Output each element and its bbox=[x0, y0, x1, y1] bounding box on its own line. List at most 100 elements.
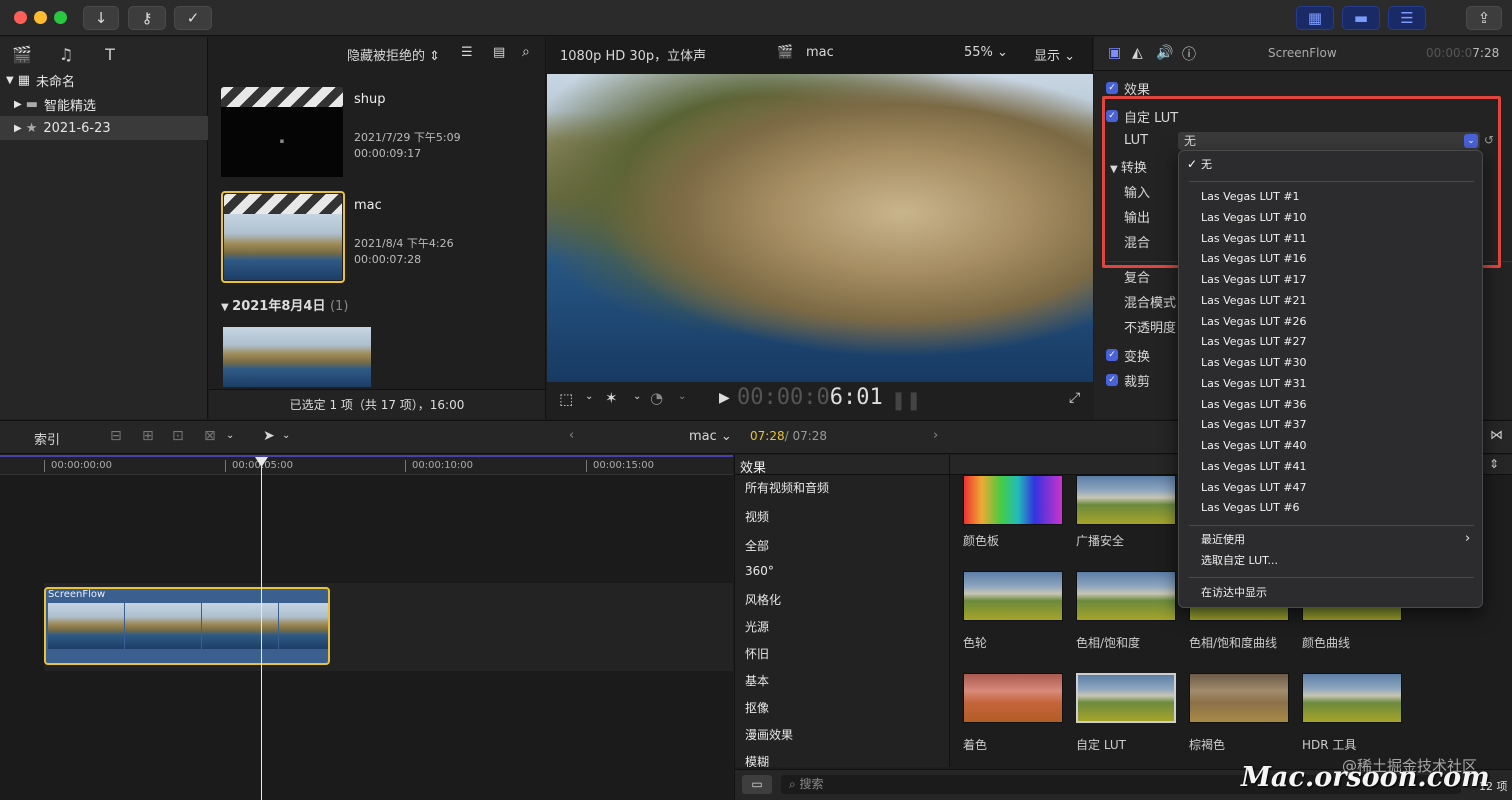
chevron-down-icon[interactable]: ⌄ bbox=[585, 391, 593, 402]
display-popup[interactable]: 显示 ⌄ bbox=[1034, 45, 1075, 64]
filmstrip-icon[interactable]: ▤ bbox=[493, 45, 505, 60]
effect-tile-hdr-tools[interactable] bbox=[1302, 673, 1402, 723]
share-button[interactable]: ⇪ bbox=[1466, 6, 1502, 30]
menu-item-lut[interactable]: Las Vegas LUT #37 bbox=[1201, 415, 1307, 435]
category-item[interactable]: 视频 bbox=[745, 508, 769, 525]
info-inspector-icon[interactable]: ⓘ bbox=[1182, 44, 1196, 64]
date-group-header[interactable]: ▼ 2021年8月4日 (1) bbox=[221, 295, 348, 314]
video-frame[interactable] bbox=[547, 74, 1093, 382]
menu-item-lut[interactable]: Las Vegas LUT #27 bbox=[1201, 332, 1307, 352]
clip-thumbnail[interactable] bbox=[223, 327, 371, 387]
effect-tile-custom-lut[interactable] bbox=[1076, 673, 1176, 723]
browser-toggle-button[interactable]: ▦ bbox=[1296, 6, 1334, 30]
effect-tile-sepia[interactable] bbox=[1189, 673, 1289, 723]
effect-tile-hue-sat[interactable] bbox=[1076, 571, 1176, 621]
updown-chevron-icon[interactable]: ⇕ bbox=[1489, 457, 1499, 471]
photos-audio-tab-icon[interactable]: ♫ bbox=[54, 43, 78, 65]
checkbox-checked-icon[interactable]: ✓ bbox=[1106, 82, 1118, 94]
menu-item-lut[interactable]: Las Vegas LUT #31 bbox=[1201, 374, 1307, 394]
insert-clip-icon[interactable]: ⊞ bbox=[142, 428, 154, 444]
effect-tile-color-board[interactable] bbox=[963, 475, 1063, 525]
background-tasks-button[interactable]: ✓ bbox=[174, 6, 212, 30]
time-ruler[interactable]: 00:00:00:00 00:00:05:00 00:00:10:00 00:0… bbox=[0, 455, 733, 475]
clip-thumbnail[interactable] bbox=[224, 214, 342, 280]
category-item[interactable]: 所有视频和音频 bbox=[745, 479, 829, 496]
category-item[interactable]: 漫画效果 bbox=[745, 726, 793, 743]
zoom-popup[interactable]: 55% ⌄ bbox=[964, 45, 1008, 60]
back-chevron-icon[interactable]: ‹ bbox=[569, 428, 574, 443]
menu-item-lut[interactable]: Las Vegas LUT #30 bbox=[1201, 353, 1307, 373]
close-window-button[interactable] bbox=[14, 11, 27, 24]
category-item[interactable]: 模糊 bbox=[745, 753, 769, 767]
category-item[interactable]: 风格化 bbox=[745, 591, 781, 608]
menu-item-lut[interactable]: Las Vegas LUT #36 bbox=[1201, 395, 1307, 415]
menu-item-lut[interactable]: Las Vegas LUT #17 bbox=[1201, 270, 1307, 290]
chevron-down-icon[interactable]: ⌄ bbox=[678, 391, 686, 402]
event-item-selected[interactable]: ▶ ★ 2021-6-23 bbox=[0, 116, 208, 140]
audio-skimming-icon[interactable]: ⋈ bbox=[1490, 428, 1503, 443]
inspector-clip-title: ScreenFlow bbox=[1268, 46, 1337, 60]
titles-tab-icon[interactable]: T bbox=[98, 43, 122, 65]
menu-item-none[interactable]: 无 bbox=[1201, 155, 1212, 175]
search-icon[interactable]: ⌕ bbox=[522, 44, 530, 60]
import-button[interactable]: ↓ bbox=[83, 6, 119, 30]
clip-appearance-icon[interactable]: ☰ bbox=[461, 45, 473, 60]
menu-item-lut[interactable]: Las Vegas LUT #10 bbox=[1201, 208, 1307, 228]
checkbox-checked-icon[interactable]: ✓ bbox=[1106, 374, 1118, 386]
inspector-toggle-button[interactable]: ☰ bbox=[1388, 6, 1426, 30]
project-name-popup[interactable]: mac ⌄ bbox=[689, 429, 732, 444]
effect-tile-color-wheels[interactable] bbox=[963, 571, 1063, 621]
speed-icon[interactable]: ◔ bbox=[650, 389, 663, 407]
timeline-toggle-button[interactable]: ▬ bbox=[1342, 6, 1380, 30]
overwrite-clip-icon[interactable]: ⊠ bbox=[204, 428, 216, 444]
effect-tile-colorize[interactable] bbox=[963, 673, 1063, 723]
menu-item-lut[interactable]: Las Vegas LUT #41 bbox=[1201, 457, 1307, 477]
audio-inspector-icon[interactable]: 🔊 bbox=[1156, 45, 1173, 61]
index-button[interactable]: 索引 bbox=[34, 429, 60, 448]
chevron-down-icon[interactable]: ⌄ bbox=[282, 430, 290, 441]
libraries-tab-icon[interactable]: 🎬 bbox=[10, 43, 34, 65]
chevron-down-icon[interactable]: ⌄ bbox=[226, 430, 234, 441]
playhead[interactable] bbox=[261, 457, 262, 800]
smart-collections-item[interactable]: ▶ ▬ 智能精选 bbox=[0, 92, 208, 116]
effect-tile-broadcast-safe[interactable] bbox=[1076, 475, 1176, 525]
menu-item-lut[interactable]: Las Vegas LUT #16 bbox=[1201, 249, 1307, 269]
menu-item-lut[interactable]: Las Vegas LUT #40 bbox=[1201, 436, 1307, 456]
sidebar-toggle-icon[interactable]: ▭ bbox=[742, 775, 772, 794]
category-item[interactable]: 全部 bbox=[745, 537, 769, 554]
menu-item-lut[interactable]: Las Vegas LUT #26 bbox=[1201, 312, 1307, 332]
category-item[interactable]: 光源 bbox=[745, 618, 769, 635]
library-item[interactable]: ▼ ▦ 未命名 bbox=[0, 68, 208, 92]
magic-wand-icon[interactable]: ✶ bbox=[605, 389, 618, 407]
chevron-down-icon[interactable]: ⌄ bbox=[633, 391, 641, 402]
category-item[interactable]: 360° bbox=[745, 564, 774, 578]
forward-chevron-icon[interactable]: › bbox=[933, 428, 938, 443]
timeline-clip[interactable]: ScreenFlow bbox=[44, 587, 330, 665]
color-inspector-icon[interactable]: ◭ bbox=[1132, 45, 1143, 61]
menu-item-lut[interactable]: Las Vegas LUT #1 bbox=[1201, 187, 1300, 207]
video-inspector-icon[interactable]: ▣ bbox=[1108, 45, 1121, 61]
menu-item-lut[interactable]: Las Vegas LUT #47 bbox=[1201, 478, 1307, 498]
select-tool-icon[interactable]: ➤ bbox=[263, 428, 275, 444]
zoom-window-button[interactable] bbox=[54, 11, 67, 24]
connect-clip-icon[interactable]: ⊟ bbox=[110, 428, 122, 444]
keywords-button[interactable]: ⚷ bbox=[128, 6, 166, 30]
minimize-window-button[interactable] bbox=[34, 11, 47, 24]
clip-thumbnail[interactable]: ▪ bbox=[221, 107, 343, 177]
fullscreen-icon[interactable]: ⤢ bbox=[1069, 390, 1080, 406]
menu-item-recent[interactable]: 最近使用 bbox=[1201, 530, 1245, 550]
play-icon[interactable]: ▶ bbox=[719, 390, 730, 406]
filter-popup[interactable]: 隐藏被拒绝的 ⇕ bbox=[347, 45, 440, 64]
menu-item-lut[interactable]: Las Vegas LUT #6 bbox=[1201, 498, 1300, 518]
menu-item-lut[interactable]: Las Vegas LUT #11 bbox=[1201, 229, 1307, 249]
append-clip-icon[interactable]: ⊡ bbox=[172, 428, 184, 444]
category-item[interactable]: 抠像 bbox=[745, 699, 769, 716]
transform-icon[interactable]: ⬚ bbox=[559, 390, 573, 408]
lut-dropdown-menu[interactable]: ✓ 无 Las Vegas LUT #1 Las Vegas LUT #10 L… bbox=[1178, 150, 1483, 608]
menu-item-show-in-finder[interactable]: 在访达中显示 bbox=[1201, 583, 1267, 603]
category-item[interactable]: 基本 bbox=[745, 672, 769, 689]
menu-item-choose-custom-lut[interactable]: 选取自定 LUT... bbox=[1201, 551, 1278, 571]
menu-item-lut[interactable]: Las Vegas LUT #21 bbox=[1201, 291, 1307, 311]
category-item[interactable]: 怀旧 bbox=[745, 645, 769, 662]
checkbox-checked-icon[interactable]: ✓ bbox=[1106, 349, 1118, 361]
